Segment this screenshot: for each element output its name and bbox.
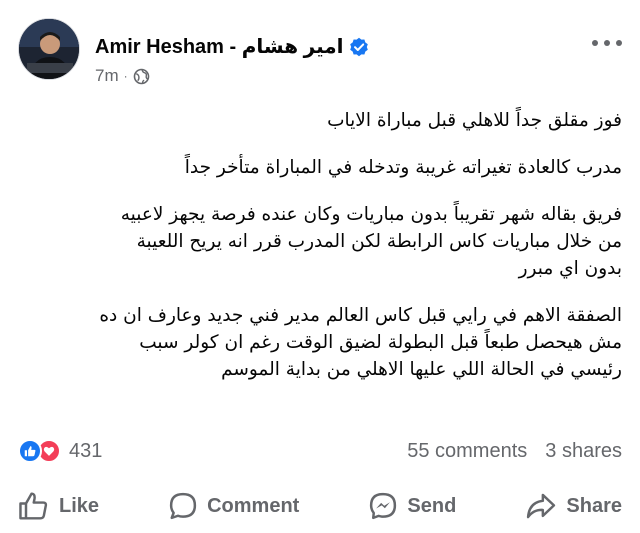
like-reaction-icon bbox=[18, 439, 42, 463]
post-header: Amir Hesham - امير هشام 7m · bbox=[18, 18, 622, 98]
reactions-summary[interactable]: 431 bbox=[18, 439, 102, 463]
post-line: مدرب كالعادة تغيراته غريبة وتدخله في الم… bbox=[184, 157, 622, 178]
shares-count-link[interactable]: 3 shares bbox=[545, 440, 622, 463]
comment-label: Comment bbox=[207, 494, 300, 517]
comment-button[interactable]: Comment bbox=[168, 491, 299, 521]
messenger-icon bbox=[370, 492, 397, 520]
post-timestamp[interactable]: 7m bbox=[95, 66, 119, 86]
thumbs-up-icon bbox=[19, 492, 48, 520]
post-line: فوز مقلق جداً للاهلي قبل مباراة الاياب bbox=[327, 110, 622, 131]
send-button[interactable]: Send bbox=[368, 491, 456, 521]
post-paragraph: الصفقة الاهم في رايي قبل كاس العالم مدير… bbox=[18, 302, 622, 383]
post-line: بدون اي مبرر bbox=[518, 258, 622, 279]
post-paragraph: فريق بقاله شهر تقريباً بدون مباريات وكان… bbox=[18, 201, 622, 282]
like-button[interactable]: Like bbox=[18, 491, 99, 521]
post-actions-bar: Like Comment Send Share bbox=[18, 484, 622, 528]
post-text: فوز مقلق جداً للاهلي قبل مباراة الاياب م… bbox=[18, 107, 622, 403]
post-line: من خلال مباريات كاس الرابطة لكن المدرب ق… bbox=[136, 231, 622, 252]
comment-bubble-icon bbox=[169, 492, 197, 520]
like-label: Like bbox=[59, 494, 100, 517]
author-name-row: Amir Hesham - امير هشام bbox=[95, 34, 369, 59]
meta-separator: · bbox=[123, 69, 128, 83]
post-line: فريق بقاله شهر تقريباً بدون مباريات وكان… bbox=[120, 204, 622, 225]
post-line: رئيسي في الحالة اللي عليها الاهلي من بدا… bbox=[221, 359, 622, 380]
more-dot-icon bbox=[604, 40, 610, 46]
post-line: الصفقة الاهم في رايي قبل كاس العالم مدير… bbox=[99, 305, 622, 326]
author-name[interactable]: Amir Hesham - امير هشام bbox=[95, 34, 344, 59]
share-label: Share bbox=[566, 494, 622, 517]
reaction-icons bbox=[18, 439, 61, 463]
comments-count-link[interactable]: 55 comments bbox=[407, 440, 527, 463]
author-avatar[interactable] bbox=[18, 18, 80, 80]
post-paragraph: فوز مقلق جداً للاهلي قبل مباراة الاياب bbox=[18, 107, 622, 134]
post-paragraph: مدرب كالعادة تغيراته غريبة وتدخله في الم… bbox=[18, 154, 622, 181]
post-meta: 7m · bbox=[95, 66, 150, 86]
share-button[interactable]: Share bbox=[525, 491, 622, 521]
verified-badge-icon bbox=[349, 37, 369, 57]
more-dot-icon bbox=[592, 40, 598, 46]
engagement-counts: 55 comments 3 shares bbox=[407, 440, 622, 463]
post-line: مش هيحصل طبعاً قبل البطولة لضيق الوقت رغ… bbox=[139, 332, 622, 353]
share-arrow-icon bbox=[527, 493, 556, 519]
more-dot-icon bbox=[616, 40, 622, 46]
more-options-button[interactable] bbox=[592, 36, 622, 50]
send-label: Send bbox=[407, 494, 457, 517]
post-stats: 431 55 comments 3 shares bbox=[18, 434, 622, 468]
globe-icon[interactable] bbox=[133, 68, 150, 85]
reaction-count: 431 bbox=[69, 439, 103, 462]
